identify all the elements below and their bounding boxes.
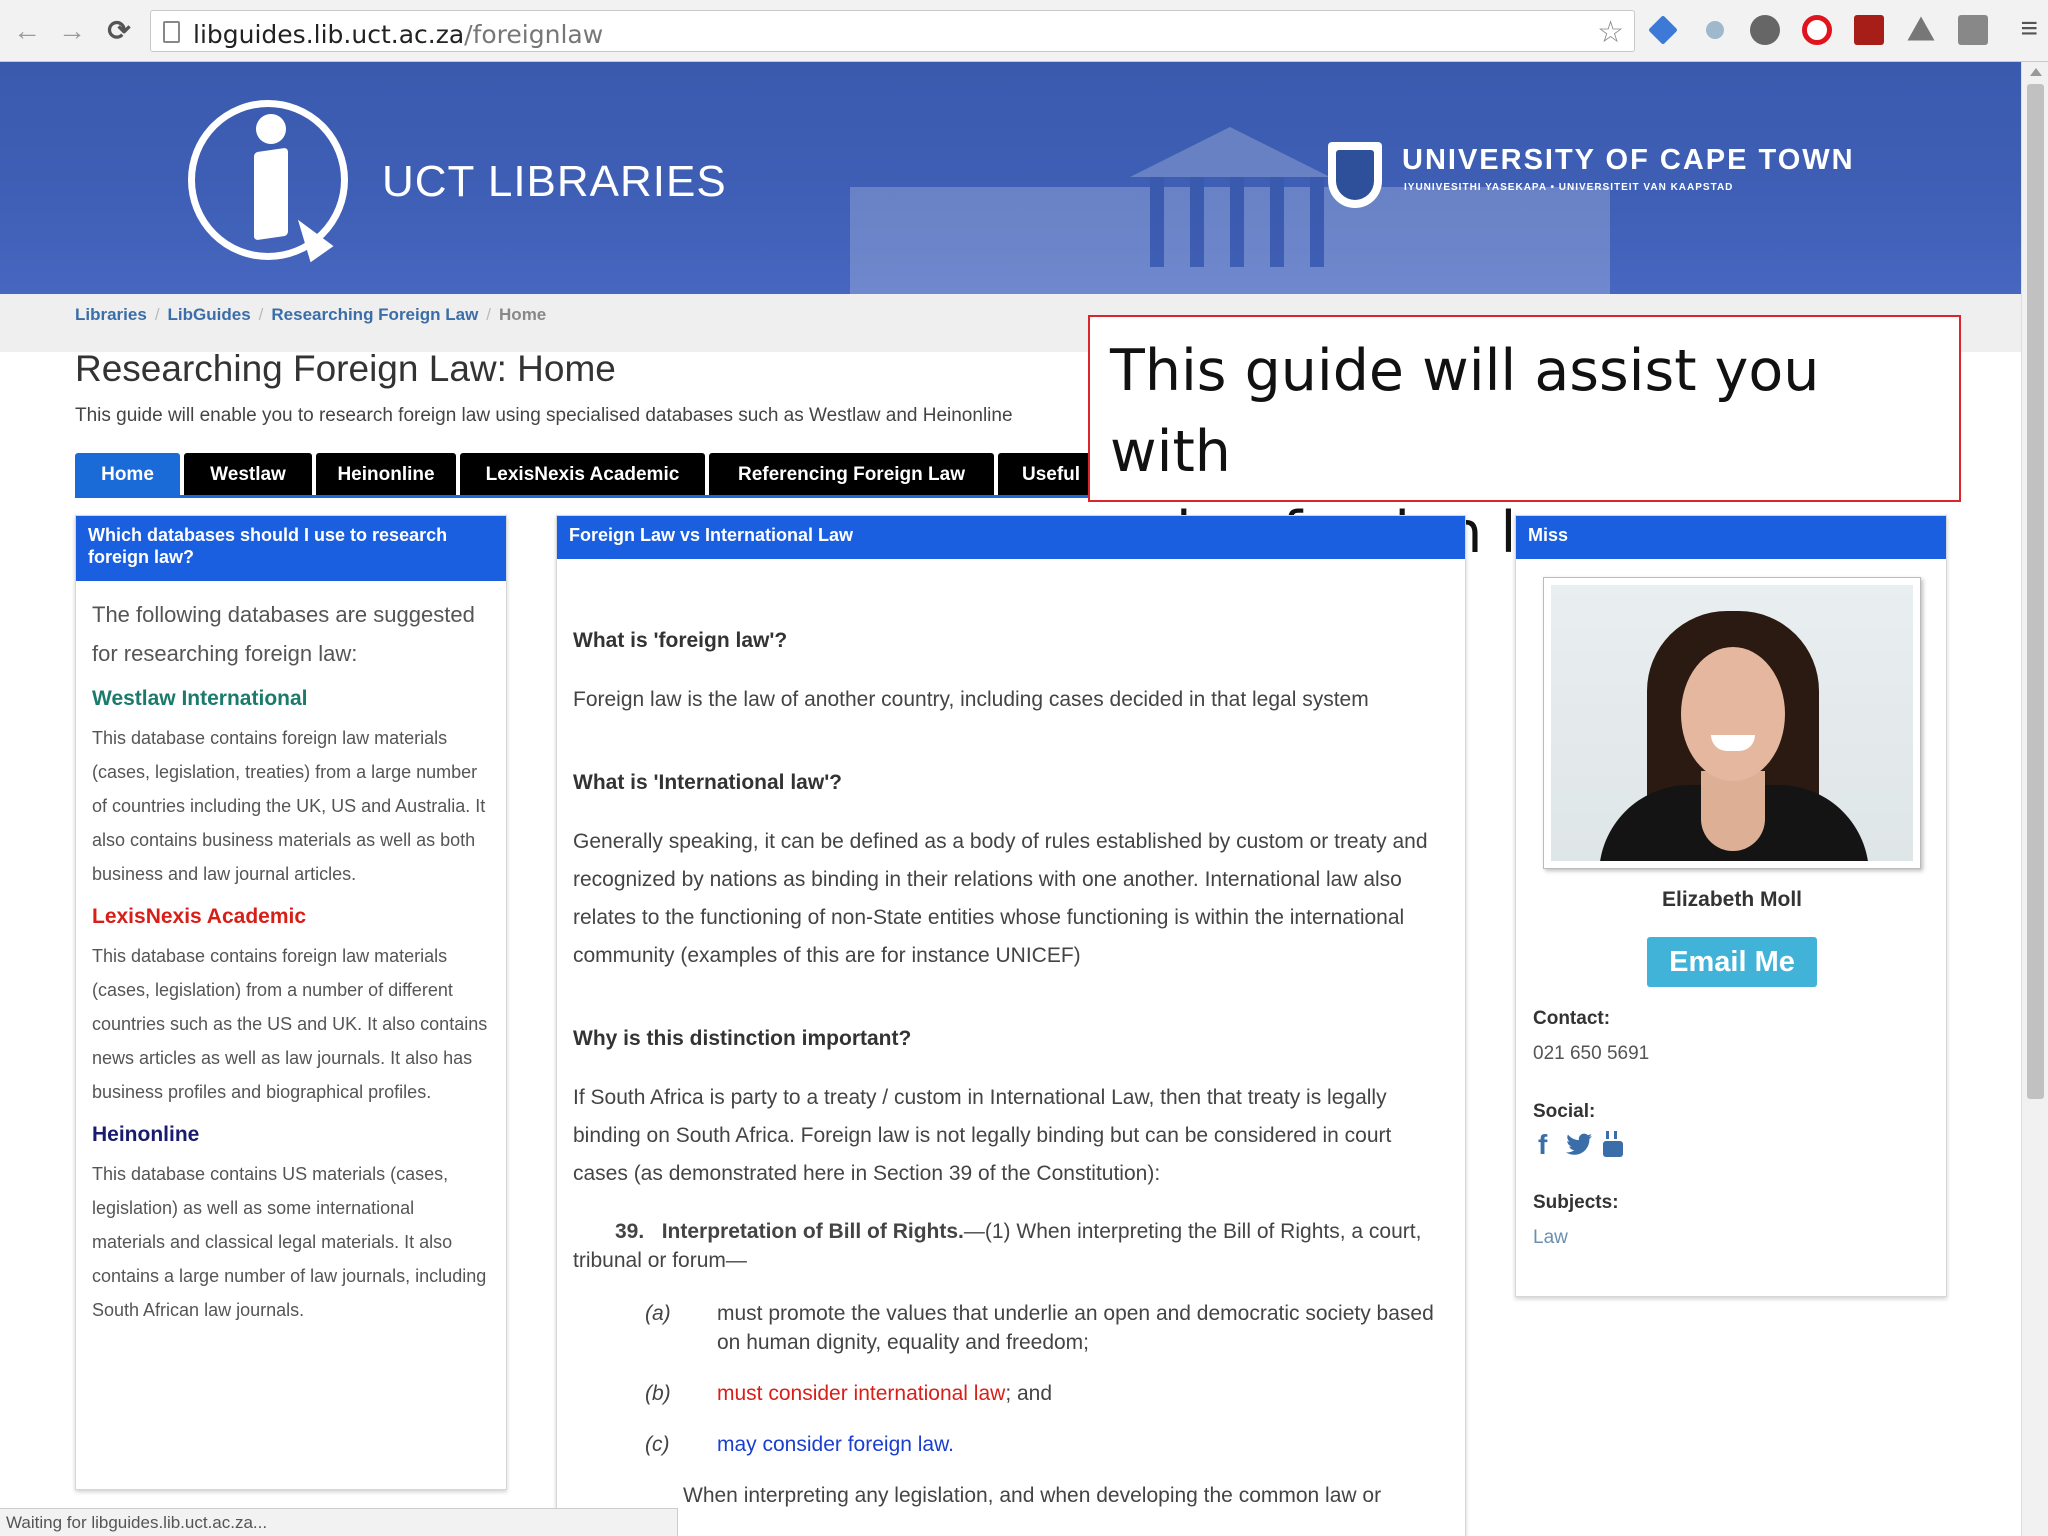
- tab-referencing-foreign-law[interactable]: Referencing Foreign Law: [709, 453, 994, 496]
- drive-icon[interactable]: [1907, 16, 1935, 41]
- answer-foreign-law: Foreign law is the law of another countr…: [573, 688, 1369, 711]
- foreign-vs-international-heading: Foreign Law vs International Law: [557, 516, 1465, 559]
- tab-heinonline[interactable]: Heinonline: [316, 453, 456, 496]
- browser-toolbar: ← → ⟳ libguides.lib.uct.ac.za/foreignlaw…: [0, 0, 2048, 62]
- tab-home[interactable]: Home: [75, 453, 180, 496]
- hamburger-menu-icon[interactable]: ≡: [2020, 12, 2038, 46]
- status-bar: Waiting for libguides.lib.uct.ac.za...: [0, 1508, 678, 1536]
- question-distinction: Why is this distinction important?: [573, 1027, 912, 1050]
- profile-heading: Miss: [1516, 516, 1946, 559]
- email-me-button[interactable]: Email Me: [1647, 937, 1817, 987]
- callout-box: This guide will assist you with using fo…: [1088, 315, 1961, 566]
- tab-underline: [75, 495, 1165, 498]
- building-illustration: [850, 127, 1610, 294]
- info-icon: [256, 114, 286, 144]
- university-name: UNIVERSITY OF CAPE TOWN: [1402, 144, 1855, 176]
- constitution-continued: When interpreting any legislation, and w…: [683, 1484, 1382, 1507]
- page-icon: [163, 21, 180, 43]
- answer-international-law: Generally speaking, it can be defined as…: [573, 830, 1428, 967]
- heinonline-description: This database contains US materials (cas…: [92, 1164, 487, 1320]
- extension-icon[interactable]: [1706, 21, 1724, 39]
- subject-law-link[interactable]: Law: [1533, 1227, 1568, 1249]
- scroll-thumb[interactable]: [2027, 84, 2044, 1099]
- international-law-highlight: must consider international law: [717, 1382, 1006, 1405]
- breadcrumb: Libraries / LibGuides / Researching Foreign …: [75, 305, 547, 324]
- section-number: 39.: [615, 1220, 645, 1243]
- lexisnexis-description: This database contains foreign law mater…: [92, 946, 488, 1102]
- breadcrumb-researching-foreign-law[interactable]: Researching Foreign Law: [271, 305, 478, 324]
- site-banner: UCT LIBRARIES UNIVERSITY OF CAPE TOWN IY…: [0, 62, 2021, 294]
- profile-photo: [1543, 577, 1921, 869]
- site-title: UCT LIBRARIES: [382, 157, 727, 206]
- extension-icon[interactable]: [1750, 15, 1780, 45]
- question-foreign-law: What is 'foreign law'?: [573, 629, 788, 652]
- constitution-excerpt: 39. Interpretation of Bill of Rights.—(1…: [573, 1217, 1449, 1510]
- arrow-left-icon[interactable]: ←: [10, 14, 44, 48]
- tab-westlaw[interactable]: Westlaw: [184, 453, 312, 496]
- page-description: This guide will enable you to research f…: [75, 405, 1013, 426]
- facebook-icon[interactable]: f: [1538, 1129, 1547, 1161]
- lexisnexis-academic-link[interactable]: LexisNexis Academic: [92, 905, 490, 929]
- extension-icon[interactable]: [1648, 15, 1678, 45]
- extension-icon[interactable]: [1958, 15, 1988, 45]
- section-title: Interpretation of Bill of Rights.: [661, 1220, 964, 1243]
- databases-box: Which databases should I use to research…: [75, 515, 507, 1490]
- tab-lexisnexis-academic[interactable]: LexisNexis Academic: [460, 453, 705, 496]
- clause-a: (a) must promote the values that underli…: [645, 1302, 1434, 1354]
- clause-c: (c) may consider foreign law.: [645, 1433, 954, 1456]
- librarian-profile-box: Miss Elizabeth Moll Email Me Contact: 02…: [1515, 515, 1947, 1297]
- page-title: Researching Foreign Law: Home: [75, 348, 616, 389]
- callout-line-1: This guide will assist you with: [1110, 338, 1820, 485]
- info-icon-bar: [254, 147, 288, 241]
- social-label: Social:: [1533, 1101, 1596, 1122]
- university-subtitle: IYUNIVESITHI YASEKAPA • UNIVERSITEIT VAN…: [1404, 182, 1734, 193]
- breadcrumb-libraries[interactable]: Libraries: [75, 305, 147, 324]
- foreign-vs-international-box: Foreign Law vs International Law What is…: [556, 515, 1466, 1536]
- youtube-icon[interactable]: [1601, 1129, 1625, 1159]
- pdf-icon[interactable]: [1854, 15, 1884, 45]
- address-bar[interactable]: libguides.lib.uct.ac.za/foreignlaw ☆: [150, 10, 1635, 52]
- star-icon[interactable]: ☆: [1597, 15, 1624, 50]
- westlaw-description: This database contains foreign law mater…: [92, 728, 486, 884]
- heinonline-link[interactable]: Heinonline: [92, 1123, 490, 1147]
- question-international-law: What is 'International law'?: [573, 771, 843, 794]
- breadcrumb-current: Home: [499, 305, 547, 324]
- databases-box-heading: Which databases should I use to research…: [76, 516, 506, 581]
- arrow-right-icon[interactable]: →: [55, 14, 89, 48]
- breadcrumb-libguides[interactable]: LibGuides: [168, 305, 251, 324]
- answer-distinction: If South Africa is party to a treaty / c…: [573, 1086, 1392, 1185]
- westlaw-international-link[interactable]: Westlaw International: [92, 687, 490, 711]
- contact-label: Contact:: [1533, 1008, 1611, 1029]
- page-scrollbar[interactable]: [2021, 62, 2048, 1536]
- url-text[interactable]: libguides.lib.uct.ac.za/foreignlaw: [193, 20, 603, 49]
- opera-icon[interactable]: [1802, 15, 1832, 45]
- twitter-icon[interactable]: [1565, 1133, 1593, 1157]
- foreign-law-highlight: may consider foreign law.: [717, 1433, 954, 1456]
- clause-b: (b) must consider international law; and: [645, 1382, 1053, 1405]
- subjects-label: Subjects:: [1533, 1192, 1619, 1213]
- databases-intro: The following databases are suggested fo…: [92, 602, 475, 666]
- uct-crest-icon: [1328, 142, 1382, 208]
- librarian-name: Elizabeth Moll: [1661, 888, 1802, 911]
- reload-icon[interactable]: ⟳: [102, 14, 136, 48]
- scroll-up-icon[interactable]: [2030, 68, 2042, 76]
- contact-phone: 021 650 5691: [1533, 1043, 1650, 1064]
